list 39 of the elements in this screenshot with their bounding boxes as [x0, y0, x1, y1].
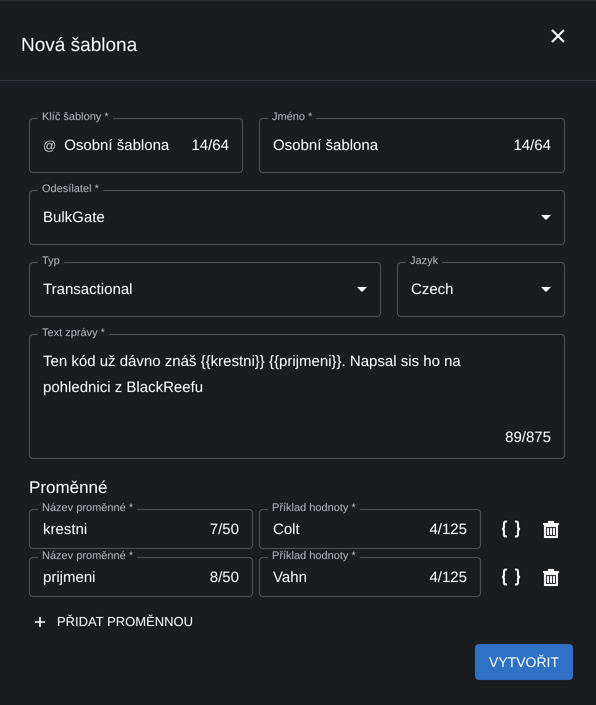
- field-value: BulkGate: [43, 209, 106, 226]
- field-label: Název proměnné *: [38, 549, 138, 563]
- field-value: krestni: [43, 520, 88, 538]
- character-counter: 8/50: [210, 568, 239, 586]
- character-counter: 7/50: [210, 520, 239, 538]
- braces-icon[interactable]: [501, 568, 521, 586]
- trash-icon[interactable]: [543, 568, 559, 586]
- braces-icon[interactable]: [501, 520, 521, 538]
- character-counter: 14/64: [191, 137, 229, 154]
- prefix-text: @: [43, 138, 56, 153]
- field-value: prijmeni: [43, 568, 97, 586]
- close-icon[interactable]: [550, 28, 566, 44]
- plus-icon: [35, 616, 45, 626]
- character-counter: 4/125: [429, 520, 467, 538]
- dialog-title: Nová šablona: [21, 34, 138, 56]
- character-counter: 89/875: [505, 429, 551, 446]
- field-value: Czech: [411, 281, 455, 298]
- field-value: Colt: [273, 520, 301, 538]
- field-label: Text zprávy *: [38, 326, 109, 340]
- character-counter: 4/125: [429, 568, 467, 586]
- field-value: Osobní šablona: [64, 137, 170, 154]
- trash-icon[interactable]: [543, 520, 559, 538]
- section-heading: Proměnné: [29, 478, 108, 498]
- field-label: Příklad hodnoty *: [268, 549, 360, 563]
- add-variable-button[interactable]: PŘIDAT PROMĚNNOU: [29, 608, 200, 635]
- dropdown-caret-icon[interactable]: [541, 287, 551, 292]
- field-value: Transactional: [43, 281, 134, 298]
- field-value: Ten kód už dávno znáš {{krestni}} {{prijmeni}}. Napsal sis ho na pohlednici z BlackReefu: [43, 352, 462, 398]
- field-label: Příklad hodnoty *: [268, 501, 360, 515]
- field-label: Název proměnné *: [38, 501, 138, 515]
- field-label: Typ: [38, 254, 64, 268]
- character-counter: 14/64: [513, 137, 551, 154]
- field-value: Vahn: [273, 568, 308, 586]
- field-label: Jazyk: [406, 254, 442, 268]
- field-value: Osobní šablona: [273, 137, 380, 154]
- field-label: Klíč šablony *: [38, 110, 113, 124]
- dropdown-caret-icon[interactable]: [541, 215, 551, 220]
- dropdown-caret-icon[interactable]: [357, 287, 367, 292]
- create-button[interactable]: VYTVOŘIT: [474, 644, 573, 680]
